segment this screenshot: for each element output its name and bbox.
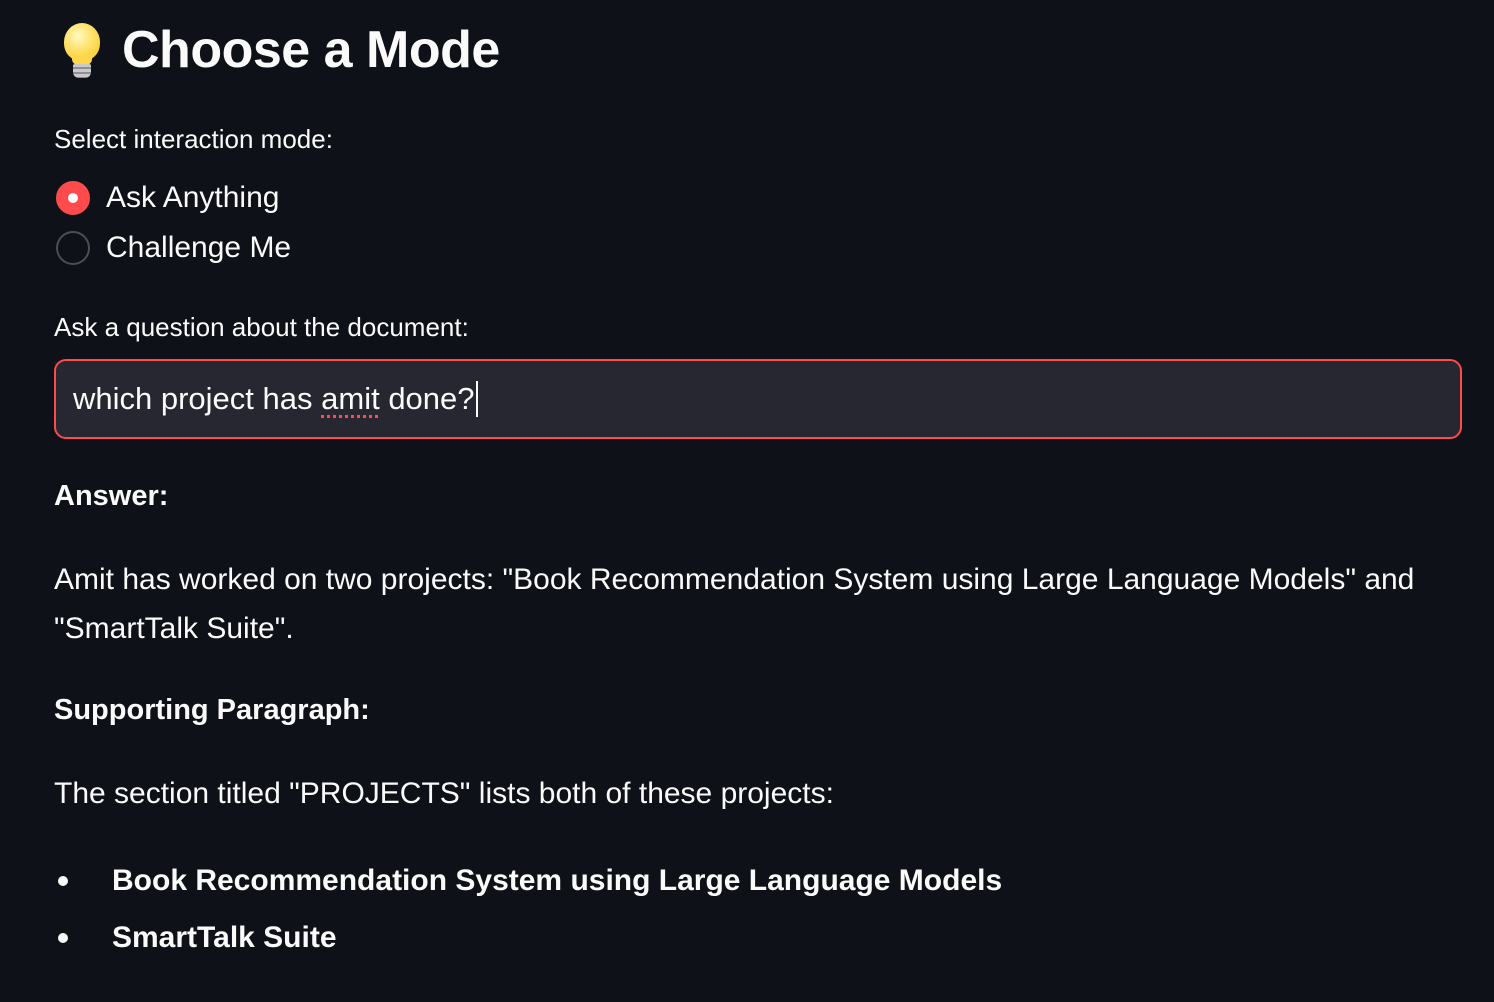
answer-text: Amit has worked on two projects: "Book R… xyxy=(54,563,1415,645)
app-page: Choose a Mode Select interaction mode: A… xyxy=(0,0,1494,1002)
question-input-value[interactable]: which project has amit done? xyxy=(73,381,475,417)
text-caret xyxy=(475,381,478,417)
bullet-icon xyxy=(58,875,68,886)
list-item: Book Recommendation System using Large L… xyxy=(54,852,1002,909)
radio-option-label: Ask Anything xyxy=(106,181,280,214)
question-input[interactable]: which project has amit done? xyxy=(54,359,1462,439)
radio-option-label: Challenge Me xyxy=(106,231,292,264)
lightbulb-icon xyxy=(58,19,106,81)
supporting-paragraph-text: The section titled "PROJECTS" lists both… xyxy=(54,777,834,810)
radio-unchecked-icon[interactable] xyxy=(56,231,90,265)
spellcheck-flagged-word: amit xyxy=(321,381,380,416)
page-header: Choose a Mode xyxy=(58,14,500,86)
bullet-icon xyxy=(58,932,68,943)
answer-heading: Answer: xyxy=(54,480,169,512)
page-title: Choose a Mode xyxy=(122,21,500,79)
list-item: SmartTalk Suite xyxy=(54,909,1002,966)
radio-option-ask-anything[interactable]: Ask Anything xyxy=(56,178,279,218)
radio-option-challenge-me[interactable]: Challenge Me xyxy=(56,228,291,268)
question-input-label: Ask a question about the document: xyxy=(54,312,469,342)
supporting-paragraph-heading: Supporting Paragraph: xyxy=(54,694,370,726)
mode-selector-label: Select interaction mode: xyxy=(54,124,333,154)
radio-checked-icon[interactable] xyxy=(56,181,90,215)
project-list: Book Recommendation System using Large L… xyxy=(54,852,1002,966)
